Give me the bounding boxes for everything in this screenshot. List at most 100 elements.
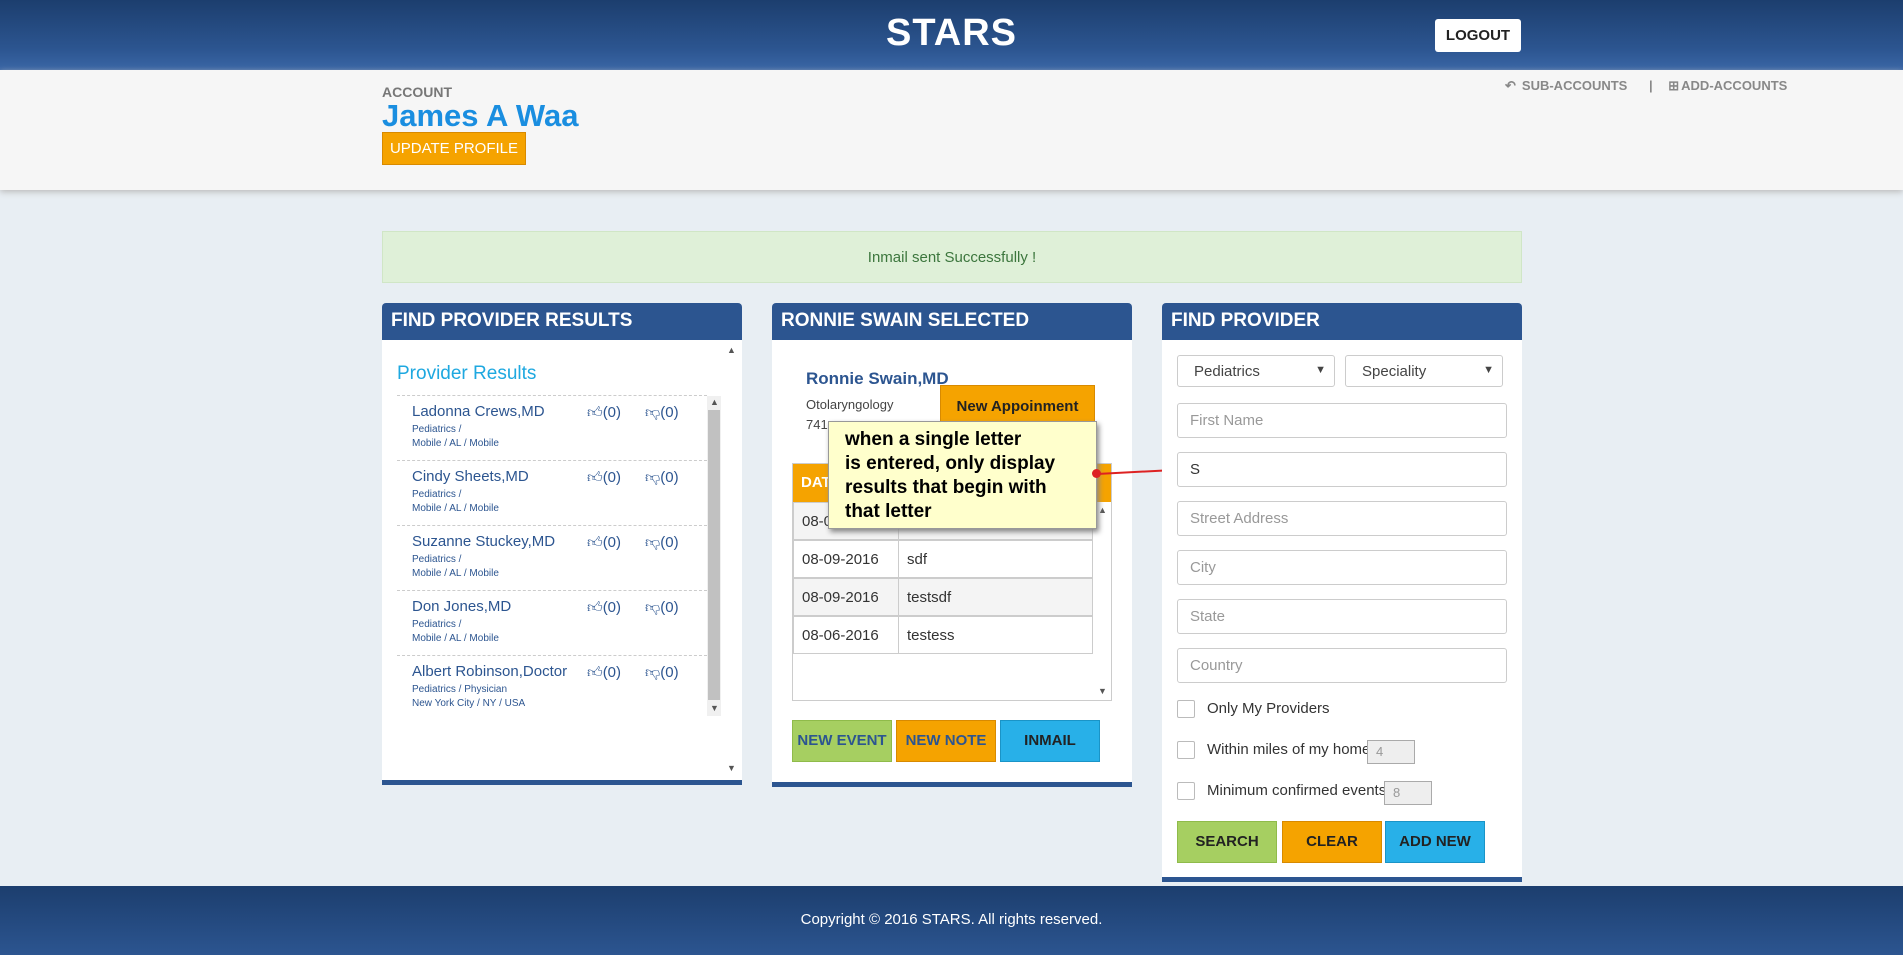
- provider-location: New York City / NY / USA: [412, 698, 526, 709]
- upvote-count: (0): [602, 664, 622, 681]
- inmail-button[interactable]: INMAIL: [1000, 720, 1100, 762]
- row-date: 08-06-2016: [794, 617, 899, 653]
- doctor-name: Ronnie Swain,MD: [806, 369, 949, 388]
- min-events-label: Minimum confirmed events: [1207, 782, 1387, 799]
- new-note-button[interactable]: NEW NOTE: [896, 720, 996, 762]
- provider-results-title: Provider Results: [397, 363, 537, 384]
- plus-square-icon: ⊞: [1668, 78, 1680, 93]
- provider-specialty: Pediatrics / Physician: [412, 684, 508, 695]
- thumbs-down-icon[interactable]: 👎︎(0): [645, 599, 691, 616]
- brand-title: STARS: [886, 12, 1017, 54]
- only-my-providers-checkbox[interactable]: [1177, 700, 1195, 718]
- sub-accounts-link[interactable]: SUB-ACCOUNTS: [1522, 78, 1627, 93]
- upvote-count: (0): [602, 599, 622, 616]
- list-item[interactable]: Ladonna Crews,MD Pediatrics / Mobile / AL…: [397, 396, 707, 461]
- selected-panel: RONNIE SWAIN SELECTED Ronnie Swain,MD Ot…: [772, 303, 1132, 787]
- provider-location: Mobile / AL / Mobile: [412, 438, 499, 449]
- account-links: ↶ SUB-ACCOUNTS | ⊞ ADD-ACCOUNTS: [1505, 78, 1793, 94]
- min-events-input[interactable]: 8: [1384, 781, 1432, 805]
- doctor-number: 741: [806, 417, 828, 432]
- within-miles-checkbox[interactable]: [1177, 741, 1195, 759]
- miles-input[interactable]: 4: [1367, 740, 1415, 764]
- country-input[interactable]: Country: [1177, 648, 1507, 683]
- clear-button[interactable]: CLEAR: [1282, 821, 1382, 863]
- speciality-select-value: Speciality: [1362, 363, 1427, 380]
- results-panel-title: FIND PROVIDER RESULTS: [382, 303, 742, 340]
- downvote-count: (0): [660, 664, 679, 681]
- scroll-up-icon[interactable]: ▲: [727, 345, 736, 355]
- row-note: sdf: [907, 551, 928, 568]
- thumbs-up-icon[interactable]: 👍︎(0): [587, 469, 633, 486]
- provider-location: Mobile / AL / Mobile: [412, 503, 499, 514]
- thumbs-down-icon[interactable]: 👎︎(0): [645, 534, 691, 551]
- row-note: testsdf: [907, 589, 952, 606]
- top-header: STARS LOGOUT: [0, 0, 1903, 70]
- provider-specialty: Pediatrics /: [412, 619, 462, 630]
- row-date: 08-09-2016: [794, 579, 899, 615]
- callout-line: results that begin with: [845, 477, 1047, 498]
- list-item[interactable]: Don Jones,MD Pediatrics / Mobile / AL / M…: [397, 591, 707, 656]
- scroll-down-icon[interactable]: ▼: [1098, 686, 1107, 696]
- speciality-select[interactable]: Speciality ▼: [1345, 355, 1503, 387]
- chevron-down-icon: ▼: [1483, 364, 1494, 376]
- scroll-up-icon[interactable]: ▲: [710, 397, 719, 407]
- add-accounts-link[interactable]: ADD-ACCOUNTS: [1681, 78, 1787, 93]
- thumbs-up-icon[interactable]: 👍︎(0): [587, 534, 633, 551]
- upvote-count: (0): [602, 469, 622, 486]
- logout-button[interactable]: LOGOUT: [1435, 19, 1521, 52]
- list-scrollbar[interactable]: ▲ ▼: [707, 396, 721, 716]
- doctor-specialty: Otolaryngology: [806, 397, 894, 412]
- reply-icon: ↶: [1505, 78, 1516, 93]
- list-item[interactable]: Albert Robinson,Doctor Pediatrics / Phys…: [397, 656, 707, 721]
- chevron-down-icon: ▼: [1315, 364, 1326, 376]
- account-name: James A Waa: [382, 98, 579, 133]
- upvote-count: (0): [602, 404, 622, 421]
- thumbs-up-icon[interactable]: 👍︎(0): [587, 404, 633, 421]
- update-profile-button[interactable]: UPDATE PROFILE: [382, 132, 526, 165]
- thumbs-up-icon[interactable]: 👍︎(0): [587, 664, 633, 681]
- selected-panel-title: RONNIE SWAIN SELECTED: [772, 303, 1132, 340]
- first-name-input[interactable]: First Name: [1177, 403, 1507, 438]
- thumbs-down-icon[interactable]: 👎︎(0): [645, 664, 691, 681]
- street-address-input[interactable]: Street Address: [1177, 501, 1507, 536]
- only-my-providers-label: Only My Providers: [1207, 700, 1330, 717]
- provider-location: Mobile / AL / Mobile: [412, 633, 499, 644]
- row-date: 08-09-2016: [794, 541, 899, 577]
- downvote-count: (0): [660, 534, 679, 551]
- provider-specialty: Pediatrics /: [412, 424, 462, 435]
- min-events-checkbox[interactable]: [1177, 782, 1195, 800]
- list-item[interactable]: Cindy Sheets,MD Pediatrics / Mobile / AL …: [397, 461, 707, 526]
- provider-location: Mobile / AL / Mobile: [412, 568, 499, 579]
- results-panel: FIND PROVIDER RESULTS Provider Results L…: [382, 303, 742, 785]
- find-provider-panel: FIND PROVIDER Pediatrics ▼ Speciality ▼ …: [1162, 303, 1522, 882]
- scroll-down-icon[interactable]: ▼: [710, 703, 719, 713]
- new-event-button[interactable]: NEW EVENT: [792, 720, 892, 762]
- add-new-button[interactable]: ADD NEW: [1385, 821, 1485, 863]
- city-input[interactable]: City: [1177, 550, 1507, 585]
- list-item[interactable]: Suzanne Stuckey,MD Pediatrics / Mobile / …: [397, 526, 707, 591]
- last-name-input[interactable]: S: [1177, 452, 1507, 487]
- thumbs-down-icon[interactable]: 👎︎(0): [645, 404, 691, 421]
- find-panel-title: FIND PROVIDER: [1162, 303, 1522, 340]
- thumbs-up-icon[interactable]: 👍︎(0): [587, 599, 633, 616]
- downvote-count: (0): [660, 599, 679, 616]
- scroll-up-icon[interactable]: ▲: [1098, 505, 1107, 515]
- scrollbar-thumb[interactable]: [708, 410, 720, 700]
- specialty-select-value: Pediatrics: [1194, 363, 1260, 380]
- provider-specialty: Pediatrics /: [412, 489, 462, 500]
- within-miles-label: Within miles of my home: [1207, 741, 1371, 758]
- provider-specialty: Pediatrics /: [412, 554, 462, 565]
- thumbs-down-icon[interactable]: 👎︎(0): [645, 469, 691, 486]
- panel-scrollbar[interactable]: ▲ ▼: [725, 343, 739, 783]
- scroll-down-icon[interactable]: ▼: [727, 763, 736, 773]
- state-input[interactable]: State: [1177, 599, 1507, 634]
- callout-line: that letter: [845, 501, 932, 522]
- table-row[interactable]: 08-09-2016 testsdf: [793, 578, 1093, 616]
- callout-line: when a single letter: [845, 429, 1022, 450]
- table-row[interactable]: 08-06-2016 testess: [793, 616, 1093, 654]
- table-row[interactable]: 08-09-2016 sdf: [793, 540, 1093, 578]
- specialty-select[interactable]: Pediatrics ▼: [1177, 355, 1335, 387]
- upvote-count: (0): [602, 534, 622, 551]
- account-bar: ACCOUNT James A Waa UPDATE PROFILE ↶ SUB-…: [0, 70, 1903, 190]
- search-button[interactable]: SEARCH: [1177, 821, 1277, 863]
